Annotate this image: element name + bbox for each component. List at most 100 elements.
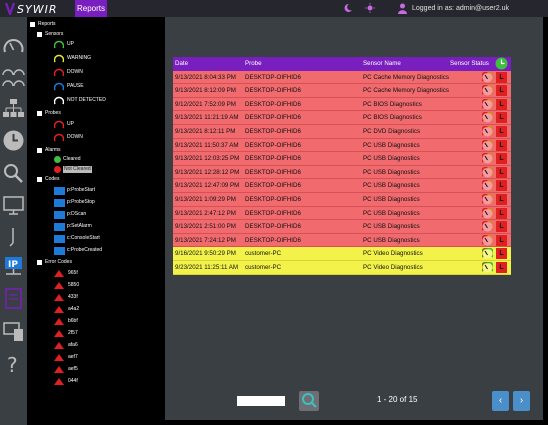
status-letter[interactable]: L [496, 194, 507, 205]
multi-gauge-icon[interactable] [2, 65, 25, 88]
status-letter[interactable]: L [496, 262, 507, 273]
status-letter[interactable]: L [496, 71, 507, 83]
monitor-icon[interactable] [2, 194, 25, 217]
tree-code-item[interactable]: p:SetAlarm [54, 222, 92, 231]
table-row[interactable]: 9/13/2021 2:51:00 PM DESKTOP-OIFHID6 PC US… [173, 220, 511, 234]
status-letter[interactable]: L [496, 166, 507, 178]
prev-page-button[interactable]: ‹ [492, 391, 509, 411]
warning-icon [54, 354, 64, 361]
tree-error-item[interactable]: aef5 [54, 365, 78, 374]
tree-sensor-down[interactable]: DOWN [54, 68, 83, 77]
tree-error-item[interactable]: 965f [54, 269, 78, 278]
tree-error-item[interactable]: 5850 [54, 281, 79, 290]
table-row[interactable]: 9/13/2021 11:50:37 AM DESKTOP-OIFHID6 PC U… [173, 138, 511, 153]
table-row[interactable]: 9/13/2021 12:28:12 PM DESKTOP-OIFHID6 PC U… [173, 165, 511, 180]
tree-code-item[interactable]: p:DScan [54, 210, 86, 219]
tree-code-item[interactable]: c:ProbeCreated [54, 246, 102, 255]
tree-alarm-not-cleared[interactable]: Not Cleared [54, 165, 92, 174]
tree-sensors[interactable]: Sensors [37, 30, 63, 39]
tree-code-item[interactable]: p:ProbeStop [54, 198, 95, 207]
status-letter[interactable]: L [496, 98, 507, 110]
help-icon[interactable]: ? [2, 352, 25, 375]
tree-error-item[interactable]: 433f [54, 293, 78, 302]
gauge-blue-icon [54, 82, 64, 91]
search-button[interactable] [299, 391, 319, 411]
table-row[interactable]: 9/16/2021 9:50:29 PM customer-PC PC Video … [173, 247, 511, 261]
tab-reports[interactable]: Reports [75, 0, 107, 17]
page-input[interactable] [237, 396, 285, 406]
cell-probe: DESKTOP-OIFHID6 [245, 223, 301, 231]
status-letter[interactable]: L [496, 207, 507, 219]
table-row[interactable]: 9/13/2021 12:03:25 PM DESKTOP-OIFHID6 PC U… [173, 152, 511, 166]
folder-icon [37, 260, 42, 265]
header-sensor-status[interactable]: Sensor Status [450, 57, 500, 71]
gauge-red-icon [54, 133, 64, 142]
cell-date: 9/13/2021 8:12:09 PM [175, 87, 236, 95]
status-letter[interactable]: L [496, 85, 507, 97]
tree-error-item[interactable]: b6bf [54, 317, 78, 326]
user-icon[interactable] [398, 3, 407, 14]
status-letter[interactable]: L [496, 248, 507, 260]
clock-icon[interactable] [495, 57, 508, 70]
tree-root[interactable]: Reports [30, 20, 56, 29]
tree-sensor-warning[interactable]: WARNING [54, 54, 91, 63]
search-icon[interactable] [2, 162, 25, 185]
cell-probe: DESKTOP-OIFHID6 [245, 141, 301, 149]
table-row[interactable]: 9/13/2021 11:21:19 AM DESKTOP-OIFHID6 PC B… [173, 111, 511, 125]
tree-sensor-not-detected[interactable]: NOT DETECTED [54, 96, 106, 105]
tree-error-codes[interactable]: Error Codes [37, 258, 72, 267]
tree-sensor-pause[interactable]: PAUSE [54, 82, 84, 91]
tree-error-item[interactable]: afa6 [54, 341, 78, 350]
tree-error-item[interactable]: 2f57 [54, 329, 78, 338]
table-row[interactable]: 9/13/2021 8:12:09 PM DESKTOP-OIFHID6 PC Ca… [173, 84, 511, 98]
tree-alarm-cleared[interactable]: Cleared [54, 155, 81, 164]
cell-date: 9/13/2021 11:21:19 AM [175, 114, 239, 122]
cell-sensor-name: PC Cache Memory Diagnostics [363, 87, 449, 95]
next-page-button[interactable]: › [513, 391, 530, 411]
cell-date: 9/13/2021 8:12:11 PM [175, 128, 236, 135]
tree-error-item[interactable]: aef7 [54, 353, 78, 362]
table-row[interactable]: 9/13/2021 1:09:29 PM DESKTOP-OIFHID6 PC US… [173, 193, 511, 207]
tree-sensor-up[interactable]: UP [54, 40, 74, 49]
status-letter[interactable]: L [496, 112, 507, 124]
table-row[interactable]: 9/13/2021 2:47:12 PM DESKTOP-OIFHID6 PC US… [173, 206, 511, 221]
tree-error-item[interactable]: a4a2 [54, 305, 79, 314]
tree-code-item[interactable]: c:ConsoleStart [54, 234, 100, 243]
cell-date: 9/13/2021 7:24:12 PM [175, 236, 236, 244]
table-row[interactable]: 9/12/2021 7:52:09 PM DESKTOP-OIFHID6 PC BI… [173, 97, 511, 112]
header-date[interactable]: Date [175, 57, 243, 71]
tree-code-item[interactable]: p:ProbeStart [54, 186, 95, 195]
cell-sensor-name: PC BIOS Diagnostics [363, 114, 422, 122]
cell-probe: DESKTOP-OIFHID6 [245, 168, 301, 176]
sun-icon[interactable] [365, 3, 375, 13]
probe-icon[interactable] [2, 225, 25, 248]
table-row[interactable]: 9/13/2021 8:12:11 PM DESKTOP-OIFHID6 PC DV… [173, 125, 511, 139]
devices-icon[interactable] [2, 320, 25, 343]
tree-error-item[interactable]: 044f [54, 377, 78, 386]
moon-icon[interactable] [343, 3, 353, 13]
ip-icon[interactable]: IP [2, 255, 25, 278]
table-row[interactable]: 9/13/2021 8:04:33 PM DESKTOP-OIFHID6 PC Ca… [173, 70, 511, 85]
cell-probe: customer-PC [245, 264, 282, 271]
tree-codes[interactable]: Codes [37, 175, 59, 184]
table-row[interactable]: 9/23/2021 11:25:11 AM customer-PC PC Video… [173, 261, 511, 275]
status-gauge-icon [482, 234, 493, 246]
status-letter[interactable]: L [496, 221, 507, 233]
status-letter[interactable]: L [496, 180, 507, 192]
gauge-icon[interactable] [2, 35, 25, 58]
tree-alarms[interactable]: Alarms [37, 146, 61, 155]
header-probe[interactable]: Probe [245, 57, 363, 71]
cell-sensor-name: PC Video Diagnostics [363, 264, 423, 271]
status-letter[interactable]: L [496, 139, 507, 151]
table-row[interactable]: 9/13/2021 7:24:12 PM DESKTOP-OIFHID6 PC US… [173, 233, 511, 248]
network-icon[interactable] [2, 97, 25, 120]
status-letter[interactable]: L [496, 126, 507, 137]
tree-probe-up[interactable]: UP [54, 120, 74, 129]
reports-icon[interactable] [2, 287, 25, 310]
status-letter[interactable]: L [496, 153, 507, 165]
status-letter[interactable]: L [496, 234, 507, 246]
tree-probes[interactable]: Probes [37, 109, 61, 118]
tree-probe-down[interactable]: DOWN [54, 133, 83, 142]
clock-icon[interactable] [2, 129, 25, 152]
table-row[interactable]: 9/13/2021 12:47:09 PM DESKTOP-OIFHID6 PC U… [173, 179, 511, 193]
